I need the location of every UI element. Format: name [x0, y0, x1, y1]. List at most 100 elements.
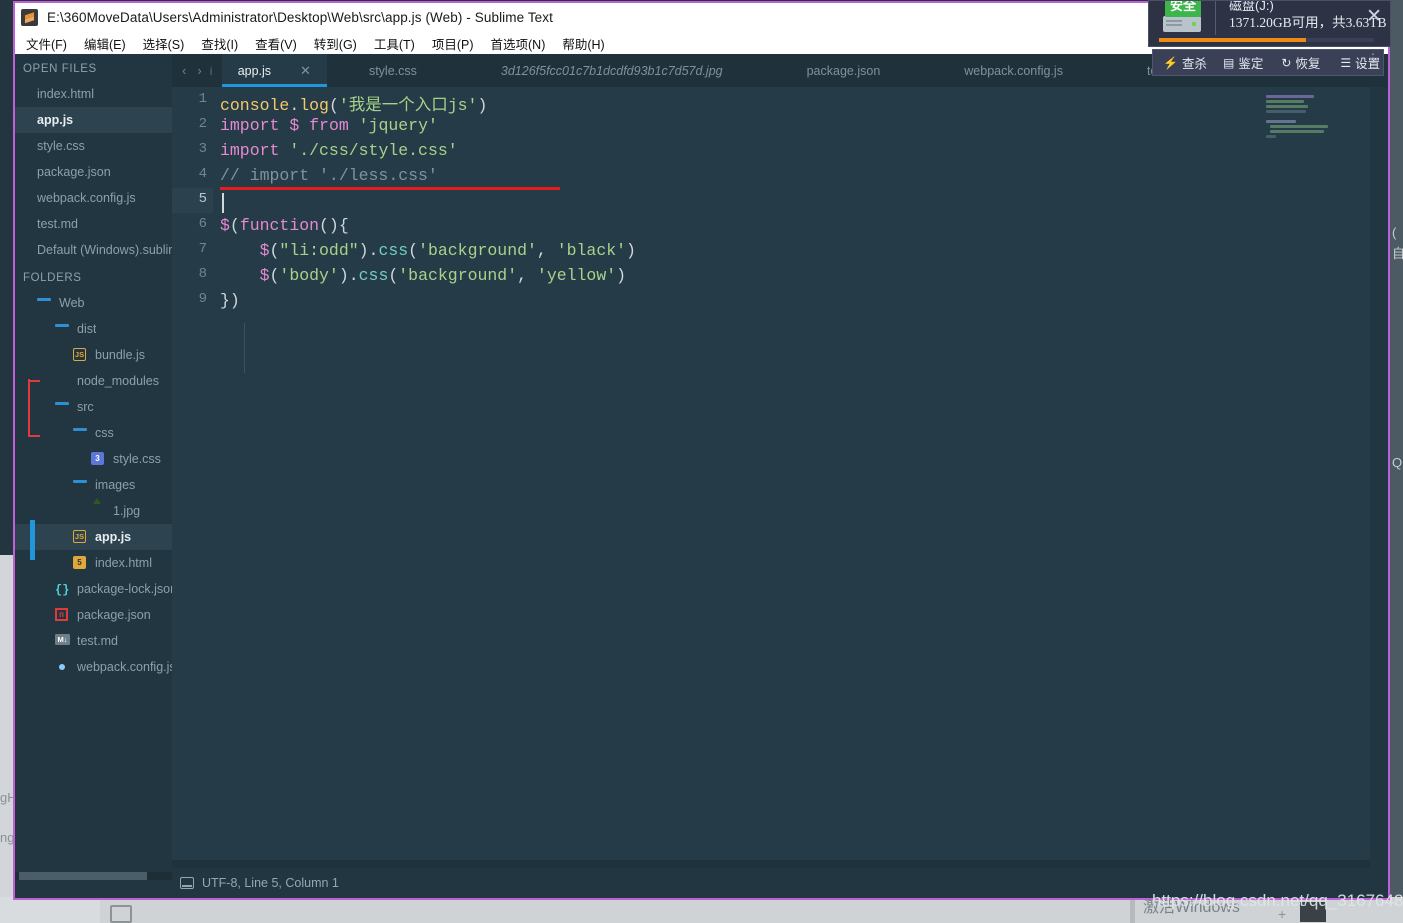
editor-vscrollbar[interactable] — [1370, 87, 1388, 868]
tab-webpack-config-js[interactable]: webpack.config.js — [922, 54, 1105, 87]
taskbar-divider — [1130, 900, 1135, 923]
open-file-label: index.html — [37, 87, 94, 101]
code-token: ( — [229, 216, 240, 235]
open-file-item[interactable]: index.html — [15, 81, 172, 107]
code-line: // import './less.css' — [220, 166, 438, 185]
scan-button[interactable]: ⚡ 查杀 — [1163, 53, 1207, 72]
code-token: $ — [289, 116, 300, 135]
code-line: $("li:odd").css('background', 'black') — [220, 241, 636, 260]
menu-item-edit[interactable]: 编辑(E) — [84, 34, 135, 53]
folder-tree-item[interactable]: css — [15, 420, 172, 446]
folders-header: FOLDERS — [23, 272, 82, 284]
code-token: function — [239, 216, 320, 235]
scan-label: 查杀 — [1181, 57, 1207, 71]
code-token: from — [309, 116, 349, 135]
sidebar: OPEN FILES index.html app.js style.css pack… — [15, 54, 172, 898]
open-file-item[interactable]: test.md — [15, 211, 172, 237]
folder-tree-item[interactable]: {} package-lock.json — [15, 576, 172, 602]
folder-tree-item[interactable]: 5 index.html — [15, 550, 172, 576]
taskbar-window-icon[interactable] — [110, 905, 132, 923]
menu-item-project[interactable]: 项目(P) — [432, 34, 483, 53]
code-line: $('body').css('background', 'yellow') — [220, 266, 626, 285]
menu-item-selection[interactable]: 选择(S) — [143, 34, 194, 53]
open-files-list: index.html app.js style.css package.json web… — [15, 81, 172, 263]
folder-tree-item[interactable]: JS app.js — [15, 524, 172, 550]
folder-tree-item[interactable]: webpack.config.js — [15, 654, 172, 680]
open-file-label: style.css — [37, 139, 85, 153]
folder-tree-label: index.html — [95, 556, 152, 570]
close-icon[interactable]: ✕ — [300, 63, 311, 79]
open-file-item[interactable]: package.json — [15, 159, 172, 185]
tab-app-js[interactable]: app.js ✕ — [221, 54, 328, 87]
folder-tree-label: test.md — [77, 634, 118, 648]
menu-item-help[interactable]: 帮助(H) — [562, 34, 613, 53]
menu-item-goto[interactable]: 转到(G) — [314, 34, 366, 53]
tab-package-json[interactable]: package.json — [765, 54, 923, 87]
folder-open-icon — [73, 426, 89, 440]
sublime-text-icon — [21, 9, 38, 26]
background-text-fragment-3: ( — [1392, 225, 1397, 240]
tab-image-jpg[interactable]: 3d126f5fcc01c7b1dcdfd93b1c7d57d.jpg — [459, 54, 765, 87]
open-file-item[interactable]: webpack.config.js — [15, 185, 172, 211]
sidebar-hscrollbar-thumb[interactable] — [19, 872, 147, 880]
folder-tree-label: dist — [77, 322, 97, 336]
html-file-icon: 5 — [73, 556, 89, 570]
code-area[interactable]: 123456789 console.log('我是一个入口js') import … — [172, 87, 1388, 868]
sublime-text-window: E:\360MoveData\Users\Administrator\Deskt… — [13, 1, 1390, 900]
open-file-label: app.js — [37, 113, 74, 127]
menu-item-preferences[interactable]: 首选项(N) — [491, 34, 555, 53]
editor-hscrollbar[interactable] — [172, 860, 1370, 868]
tab-label: app.js — [237, 63, 272, 78]
open-file-item[interactable]: Default (Windows).sublime-k — [15, 237, 172, 263]
tab-clipped[interactable]: i — [210, 54, 222, 87]
code-token: console — [220, 96, 290, 115]
code-token: ) — [477, 96, 488, 115]
code-token: 'background' — [398, 266, 518, 285]
code-token: log — [299, 96, 329, 115]
shield-icon: ▤ — [1222, 55, 1235, 70]
open-file-item[interactable]: style.css — [15, 133, 172, 159]
folder-tree-item[interactable]: п package.json — [15, 602, 172, 628]
menu-item-file[interactable]: 文件(F) — [26, 34, 76, 53]
folder-open-icon — [37, 296, 53, 310]
folder-tree-item[interactable]: 1.jpg — [15, 498, 172, 524]
folder-tree-item[interactable]: images — [15, 472, 172, 498]
menu-item-view[interactable]: 查看(V) — [255, 34, 306, 53]
lightning-icon: ⚡ — [1163, 55, 1178, 70]
code-token: , — [536, 241, 557, 260]
code-token: (){ — [319, 216, 349, 235]
line-number: 2 — [198, 116, 207, 132]
disk-capacity-text: 1371.20GB可用，共3.63TB — [1229, 15, 1387, 30]
code-token: 'jquery' — [358, 116, 438, 135]
tab-prev-icon[interactable]: ‹ — [182, 63, 186, 78]
folder-tree-item[interactable]: dist — [15, 316, 172, 342]
folder-tree-item[interactable]: M↓ test.md — [15, 628, 172, 654]
line-number: 9 — [198, 291, 207, 307]
blue-fragment — [30, 520, 35, 560]
markdown-file-icon: M↓ — [55, 634, 71, 648]
tab-label: package.json — [806, 63, 881, 78]
status-text: UTF-8, Line 5, Column 1 — [202, 876, 339, 890]
identify-button[interactable]: ▤ 鉴定 — [1223, 53, 1263, 72]
code-token: ) — [616, 266, 627, 285]
overflow-icon[interactable]: ⋮ — [1367, 52, 1379, 64]
close-icon[interactable]: ✕ — [1366, 7, 1382, 26]
open-file-item[interactable]: app.js — [15, 107, 172, 133]
tab-next-icon[interactable]: › — [197, 63, 201, 78]
folder-tree-item[interactable]: Web — [15, 290, 172, 316]
folder-tree: Web dist JS bundle.js node_modules src css 3 sty… — [15, 290, 172, 680]
code-token: './css/style.css' — [289, 141, 458, 160]
menu-item-tools[interactable]: 工具(T) — [374, 34, 424, 53]
folder-tree-item[interactable]: 3 style.css — [15, 446, 172, 472]
security-badge: 安全 — [1165, 1, 1201, 17]
menu-item-find[interactable]: 查找(I) — [201, 34, 247, 53]
restore-button[interactable]: ↻ 恢复 — [1281, 53, 1320, 72]
folder-tree-item[interactable]: src — [15, 394, 172, 420]
folder-open-icon — [73, 478, 89, 492]
minimap[interactable] — [1260, 87, 1370, 868]
folder-tree-label: style.css — [113, 452, 161, 466]
tab-style-css[interactable]: style.css — [327, 54, 459, 87]
folder-tree-item[interactable]: JS bundle.js — [15, 342, 172, 368]
code-token: '我是一个入口js' — [338, 96, 478, 115]
